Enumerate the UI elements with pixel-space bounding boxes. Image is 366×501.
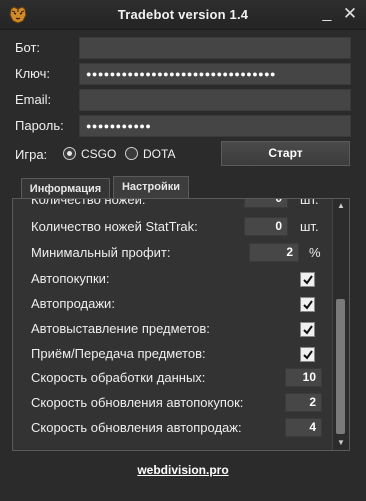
stattrak-knives-label: Количество ножей StatTrak: (31, 219, 198, 234)
window-title: Tradebot version 1.4 (117, 7, 249, 22)
data-speed-input[interactable]: 10 (285, 368, 322, 387)
tab-settings[interactable]: Настройки (113, 176, 189, 200)
knives-count-input[interactable]: 0 (244, 199, 288, 208)
scroll-thumb[interactable] (336, 299, 345, 434)
auto-buy-checkbox[interactable] (300, 272, 315, 287)
password-input[interactable]: ●●●●●●●●●●● (79, 115, 351, 137)
radio-csgo[interactable] (63, 147, 76, 160)
knives-count-unit: шт. (300, 198, 319, 207)
auto-list-label: Автовыставление предметов: (31, 321, 210, 336)
auto-sell-checkbox[interactable] (300, 297, 315, 312)
auto-buy-label: Автопокупки: (31, 271, 110, 286)
data-speed-label: Скорость обработки данных: (31, 370, 206, 385)
key-label: Ключ: (15, 66, 51, 81)
settings-panel: Количество ножей: 0 шт. Количество ножей… (12, 198, 350, 451)
scroll-down-arrow-icon[interactable]: ▼ (333, 436, 349, 450)
email-label: Email: (15, 92, 52, 107)
tab-info[interactable]: Информация (21, 178, 110, 200)
title-bar: Tradebot version 1.4 _ ✕ (0, 0, 366, 30)
scroll-up-arrow-icon[interactable]: ▲ (333, 199, 349, 213)
password-label: Пароль: (15, 118, 64, 133)
minimize-button[interactable]: _ (316, 3, 338, 25)
checkmark-icon (303, 300, 313, 310)
key-input[interactable]: ●●●●●●●●●●●●●●●●●●●●●●●●●●●●●●●● (79, 63, 351, 85)
radio-csgo-label[interactable]: CSGO (81, 147, 116, 161)
min-profit-unit: % (309, 245, 321, 260)
autobuy-refresh-input[interactable]: 2 (285, 393, 322, 412)
checkmark-icon (303, 325, 313, 335)
min-profit-label: Минимальный профит: (31, 245, 171, 260)
email-input[interactable] (79, 89, 351, 111)
autosell-refresh-input[interactable]: 4 (285, 418, 322, 437)
radio-dota[interactable] (125, 147, 138, 160)
receive-transfer-label: Приём/Передача предметов: (31, 346, 206, 361)
stattrak-knives-input[interactable]: 0 (244, 217, 288, 236)
auto-sell-label: Автопродажи: (31, 296, 115, 311)
settings-scrollbar[interactable]: ▲ ▼ (332, 199, 349, 450)
radio-dota-label[interactable]: DOTA (143, 147, 175, 161)
start-button[interactable]: Старт (221, 141, 350, 166)
auto-list-checkbox[interactable] (300, 322, 315, 337)
min-profit-input[interactable]: 2 (249, 243, 299, 262)
footer-link[interactable]: webdivision.pro (0, 463, 366, 477)
bot-input[interactable] (79, 37, 351, 59)
bot-label: Бот: (15, 40, 41, 55)
knives-count-label: Количество ножей: (31, 198, 146, 207)
autobuy-refresh-label: Скорость обновления автопокупок: (31, 395, 244, 410)
checkmark-icon (303, 275, 313, 285)
autosell-refresh-label: Скорость обновления автопродаж: (31, 420, 242, 435)
receive-transfer-checkbox[interactable] (300, 347, 315, 362)
stattrak-knives-unit: шт. (300, 219, 319, 234)
game-label: Игра: (15, 147, 48, 162)
checkmark-icon (303, 350, 313, 360)
close-button[interactable]: ✕ (339, 3, 361, 25)
